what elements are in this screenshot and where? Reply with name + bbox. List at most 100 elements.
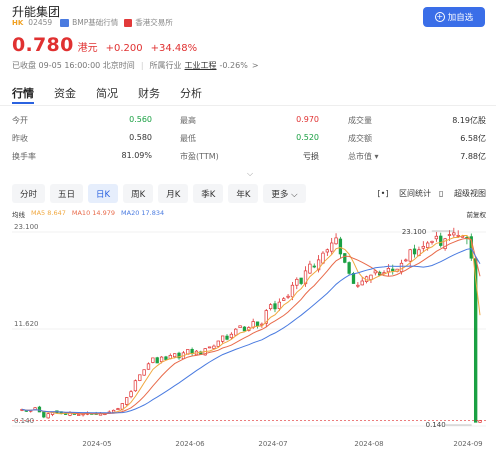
stat-value: 7.88亿 — [460, 152, 486, 161]
period-button[interactable]: 五日 — [50, 184, 84, 203]
interval-stats-button[interactable]: [•] 区间统计 — [378, 188, 432, 199]
tab-capital[interactable]: 资金 — [54, 85, 76, 101]
candle-body — [164, 356, 168, 360]
divider: | — [140, 61, 144, 70]
candle-body — [421, 246, 425, 249]
candle-body — [312, 265, 316, 268]
candle-body — [426, 242, 430, 248]
chevron-down-icon[interactable]: ⌵ — [247, 169, 253, 179]
market-tag: HK — [12, 18, 24, 27]
candle-body — [255, 321, 260, 327]
candle-body — [216, 340, 220, 347]
x-axis-label: 2024-07 — [258, 440, 287, 448]
period-button[interactable]: 日K — [88, 184, 119, 203]
chevron-right-icon[interactable]: > — [252, 61, 259, 70]
industry-change: -0.26% — [219, 61, 248, 70]
stat-label: 成交额 — [348, 134, 372, 143]
candle-body — [282, 298, 286, 301]
candle-body — [290, 284, 295, 298]
y-axis-label: 23.100 — [14, 223, 39, 231]
candle-body — [439, 235, 443, 246]
stat-label: 市盈(TTM) — [180, 152, 219, 161]
quote-source: BMP基础行情 — [72, 18, 119, 27]
candle-body — [434, 235, 439, 240]
tab-profile[interactable]: 简况 — [96, 85, 118, 101]
period-button[interactable]: 年K — [228, 184, 259, 203]
ma-legend-item: MA10 14.979 — [71, 209, 116, 217]
candle-body — [391, 268, 395, 272]
y-axis-label: 0.140 — [14, 417, 34, 425]
low-marker-label: 0.140 — [426, 421, 446, 429]
candle-body — [46, 413, 50, 419]
candle-body — [42, 411, 46, 418]
ma-legend-title: 均线 — [12, 211, 25, 219]
candle-body — [452, 232, 456, 236]
period-button[interactable]: 季K — [193, 184, 224, 203]
main-tabs: 行情 资金 简况 财务 分析 — [12, 85, 222, 104]
period-button[interactable]: 更多 ⌵ — [263, 184, 306, 203]
industry-link[interactable]: 工业工程 — [185, 60, 217, 71]
ma-legend-item: MA20 17.834 — [121, 209, 165, 217]
candle-body — [173, 353, 177, 358]
ma-line — [21, 235, 481, 415]
candle-body — [347, 262, 351, 274]
stat-row: 换手率 81.09% 市盈(TTM) 亏损 总市值 ▾ 7.88亿 — [12, 151, 486, 169]
candle-body — [111, 409, 116, 413]
candle-body — [386, 267, 391, 273]
stat-label: 最低 — [180, 134, 196, 143]
candle-body — [138, 374, 142, 381]
candle-body — [116, 408, 120, 410]
candle-body — [229, 333, 234, 339]
stat-row: 昨收 0.580 最低 0.520 成交额 6.58亿 — [12, 133, 486, 151]
x-axis-label: 2024-09 — [453, 440, 482, 448]
currency: 港元 — [77, 43, 98, 54]
candle-body — [225, 335, 229, 340]
ma-line — [21, 248, 481, 414]
period-button[interactable]: 分时 — [12, 184, 46, 203]
stat-label: 今开 — [12, 116, 28, 125]
candle-body — [277, 301, 282, 310]
super-view-button[interactable]: ▯ 超级视图 — [439, 188, 486, 199]
candle-body — [338, 238, 343, 255]
bmp-icon — [60, 18, 70, 27]
industry-prefix: 所属行业 — [149, 61, 182, 70]
kline-chart[interactable]: 23.100 11.620 0.140 23.100 0.140 2024-05 2024-… — [0, 220, 496, 454]
ma-line — [21, 237, 481, 415]
stat-label[interactable]: 总市值 ▾ — [348, 151, 379, 162]
candle-body — [273, 303, 277, 310]
candle-body — [408, 249, 412, 262]
high-marker-label: 23.100 — [402, 228, 427, 236]
candle-body — [146, 363, 151, 370]
candle-body — [212, 345, 216, 349]
last-price: 0.780 — [12, 34, 74, 56]
price-row: 0.780 港元 +0.200 +34.48% — [12, 34, 197, 56]
candle-body — [295, 278, 299, 286]
y-axis-label: 11.620 — [14, 320, 39, 328]
candle-body — [238, 325, 242, 328]
tab-quote[interactable]: 行情 — [12, 85, 34, 104]
x-axis-label: 2024-05 — [82, 440, 111, 448]
tab-finance[interactable]: 财务 — [138, 85, 160, 101]
add-watchlist-button[interactable]: + 加自选 — [423, 7, 485, 27]
period-button[interactable]: 周K — [123, 184, 154, 203]
candle-body — [456, 235, 460, 237]
stat-value: 0.970 — [296, 115, 319, 124]
price-change-pct: +34.48% — [150, 43, 198, 54]
stat-value: 0.580 — [129, 133, 152, 142]
chart-tools: [•] 区间统计 ▯ 超级视图 — [370, 188, 486, 199]
tabs-divider — [0, 105, 496, 106]
candle-body — [360, 280, 364, 286]
stat-value: 8.19亿股 — [452, 116, 486, 125]
candle-body — [325, 249, 329, 253]
period-button[interactable]: 月K — [158, 184, 189, 203]
stock-code: 02459 — [28, 18, 53, 27]
stat-value: 0.520 — [296, 133, 319, 142]
candle-body — [399, 262, 404, 272]
adjust-mode[interactable]: 前复权 — [467, 209, 487, 219]
candle-body — [430, 240, 434, 243]
stat-row: 今开 0.560 最高 0.970 成交量 8.19亿股 — [12, 115, 486, 133]
candle-body — [207, 346, 212, 349]
candle-body — [220, 335, 225, 342]
candle-body — [133, 380, 138, 392]
tab-analysis[interactable]: 分析 — [180, 85, 202, 101]
